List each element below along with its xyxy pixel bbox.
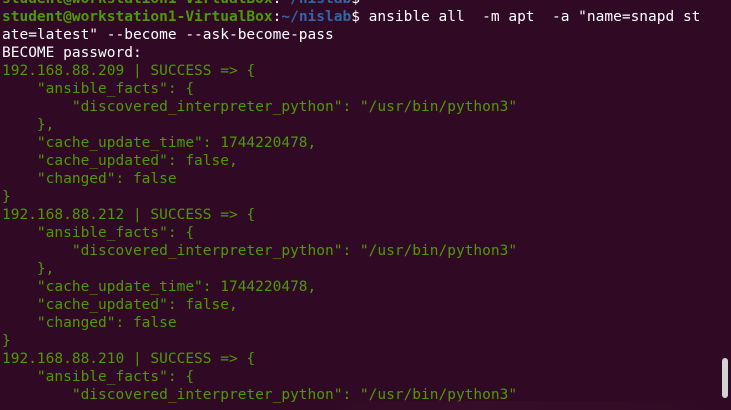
prompt-sign: $: [351, 9, 369, 25]
success-output-line: },: [2, 116, 714, 134]
output-text: },: [2, 261, 55, 277]
success-output-line: "discovered_interpreter_python": "/usr/b…: [2, 98, 714, 116]
output-text: "ansible_facts": {: [2, 369, 195, 385]
output-text: }: [2, 189, 11, 205]
terminal-output[interactable]: student@workstation1-VirtualBox:~/nislab…: [2, 0, 714, 404]
command-text: ansible all -m apt -a "name=snapd st: [368, 9, 701, 25]
output-text: "cache_update_time": 1744220478,: [2, 135, 317, 151]
output-text: 192.168.88.209 | SUCCESS => {: [2, 63, 256, 79]
output-line: ate=latest" --become --ask-become-pass: [2, 26, 714, 44]
output-text: },: [2, 117, 55, 133]
prompt-line: student@workstation1-VirtualBox:~/nislab…: [2, 8, 714, 26]
output-text: "cache_updated": false,: [2, 153, 238, 169]
success-output-line: "cache_update_time": 1744220478,: [2, 278, 714, 296]
prompt-sign: $: [351, 0, 368, 7]
success-output-line: "discovered_interpreter_python": "/usr/b…: [2, 242, 714, 260]
success-output-line: "ansible_facts": {: [2, 80, 714, 98]
output-text: "discovered_interpreter_python": "/usr/b…: [2, 243, 518, 259]
success-output-line: "ansible_facts": {: [2, 224, 714, 242]
success-output-line: "cache_updated": false,: [2, 296, 714, 314]
output-text: "ansible_facts": {: [2, 81, 195, 97]
success-output-line: }: [2, 188, 714, 206]
success-output-line: },: [2, 260, 714, 278]
output-text: 192.168.88.212 | SUCCESS => {: [2, 207, 256, 223]
output-text: BECOME password:: [2, 45, 142, 61]
output-text: "cache_updated": false,: [2, 297, 238, 313]
output-text: 192.168.88.210 | SUCCESS => {: [2, 351, 256, 367]
output-text: "cache_update_time": 1744220478,: [2, 279, 317, 295]
scrollbar[interactable]: [717, 0, 731, 410]
success-output-line: "cache_updated": false,: [2, 152, 714, 170]
prompt-line: student@workstation1-VirtualBox:~/nislab…: [2, 0, 714, 8]
success-output-line: "ansible_facts": {: [2, 368, 714, 386]
output-text: ate=latest" --become --ask-become-pass: [2, 27, 334, 43]
prompt-path: ~/nislab: [281, 9, 352, 25]
success-output-line: "cache_update_time": 1744220478,: [2, 134, 714, 152]
output-text: "discovered_interpreter_python": "/usr/b…: [2, 99, 518, 115]
success-output-line: }: [2, 332, 714, 350]
success-output-line: 192.168.88.212 | SUCCESS => {: [2, 206, 714, 224]
output-text: "ansible_facts": {: [2, 225, 195, 241]
prompt-path: ~/nislab: [281, 0, 351, 7]
output-text: "changed": false: [2, 171, 177, 187]
scrollbar-thumb[interactable]: [722, 358, 728, 398]
success-output-line: "changed": false: [2, 170, 714, 188]
prompt-user: student@workstation1-VirtualBox: [2, 9, 273, 25]
output-line: BECOME password:: [2, 44, 714, 62]
success-output-line: 192.168.88.209 | SUCCESS => {: [2, 62, 714, 80]
prompt-user: student@workstation1-VirtualBox: [2, 0, 273, 7]
success-output-line: 192.168.88.210 | SUCCESS => {: [2, 350, 714, 368]
terminal-window[interactable]: student@workstation1-VirtualBox:~/nislab…: [0, 0, 731, 410]
output-text: "changed": false: [2, 315, 177, 331]
output-text: }: [2, 333, 11, 349]
success-output-line: "changed": false: [2, 314, 714, 332]
background-shade: [320, 401, 720, 410]
